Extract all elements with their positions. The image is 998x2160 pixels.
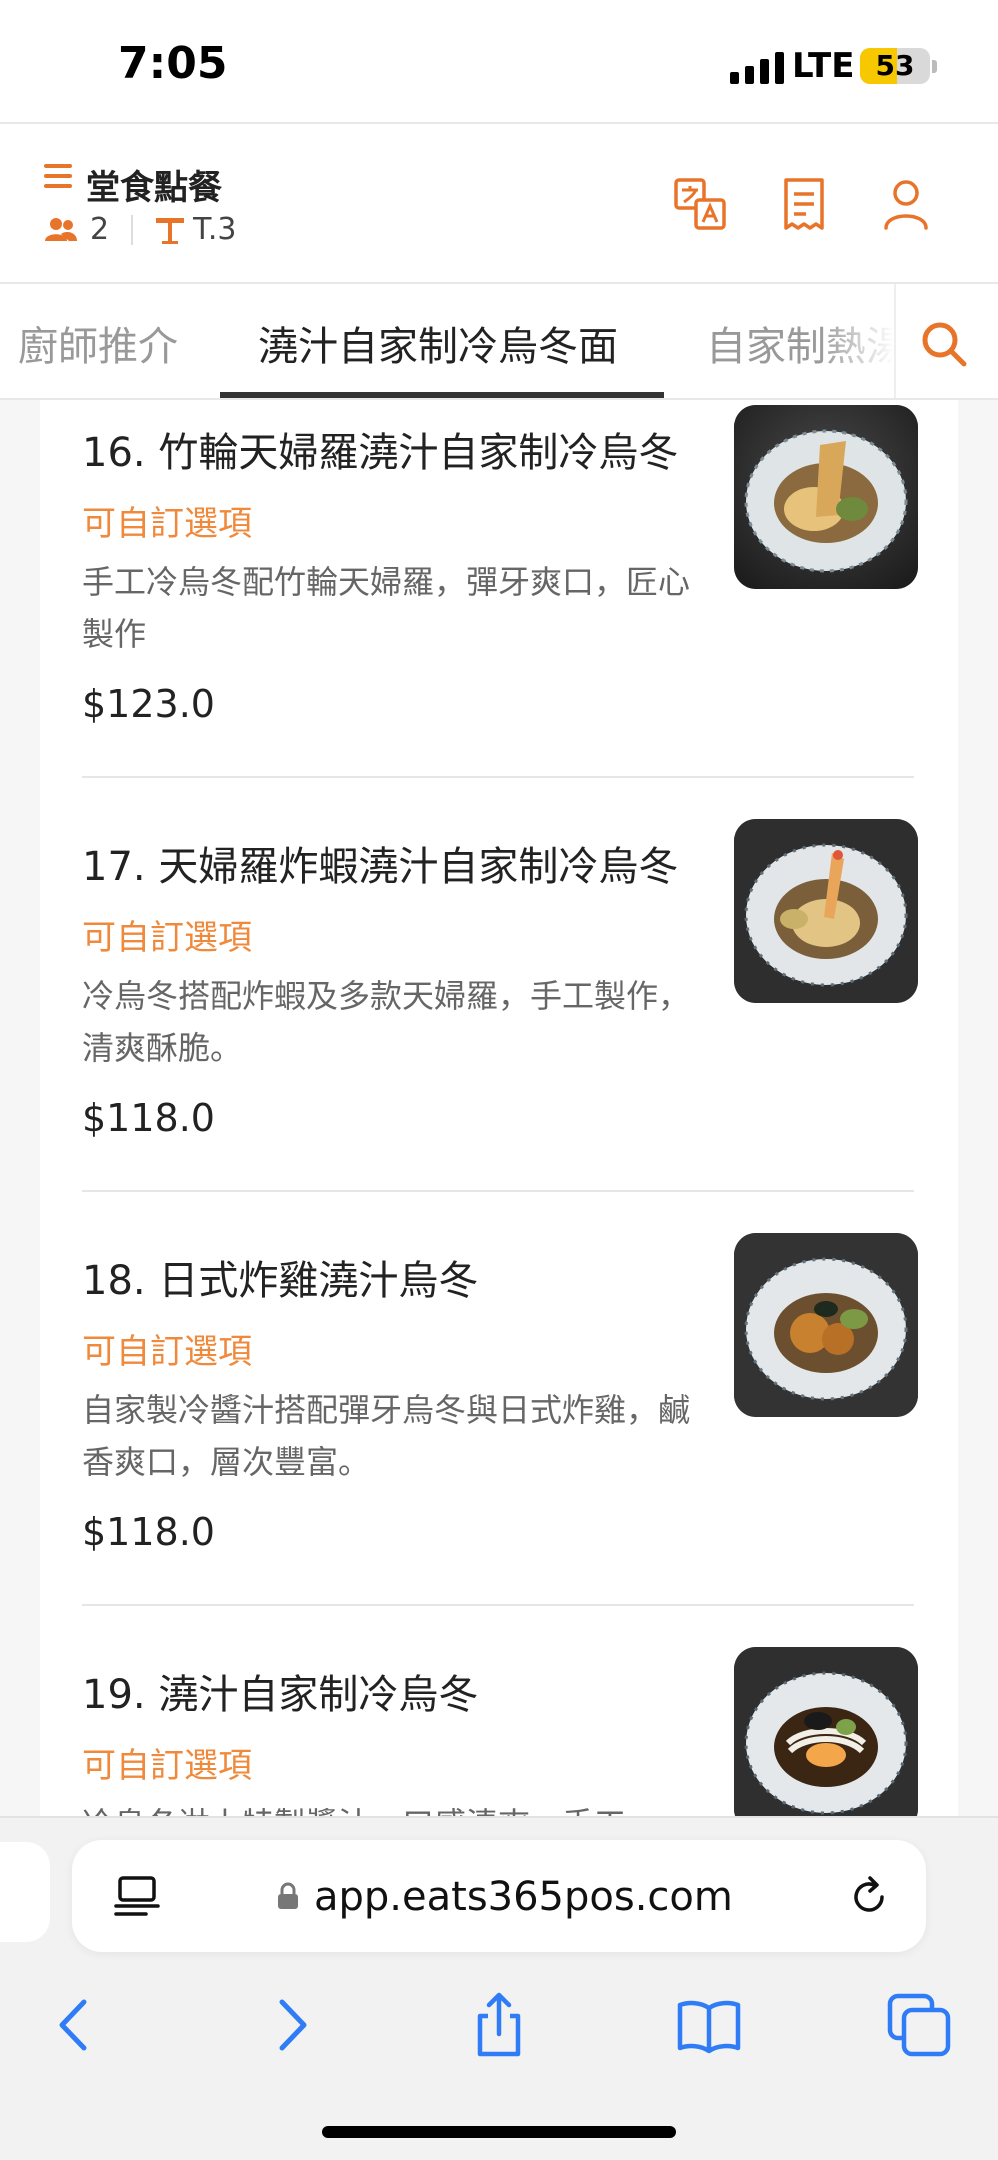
item-description: 冷烏冬淋上特製醬汁，口感清爽，手工	[82, 1798, 692, 1816]
item-divider	[82, 776, 914, 778]
item-price: $118.0	[82, 1096, 215, 1140]
forward-icon[interactable]	[256, 1990, 326, 2060]
cellular-signal-icon	[730, 50, 784, 84]
item-photo[interactable]	[734, 1647, 918, 1816]
app-header: 堂食點餐 2 T.3	[0, 122, 998, 284]
item-customizable-label: 可自訂選項	[82, 918, 252, 958]
item-photo[interactable]	[734, 405, 918, 589]
item-description: 冷烏冬搭配炸蝦及多款天婦羅，手工製作，清爽酥脆。	[82, 977, 691, 1067]
lock-icon	[278, 1882, 298, 1909]
table-icon	[156, 217, 185, 244]
item-customizable-label: 可自訂選項	[82, 1746, 252, 1786]
item-name: 17. 天婦羅炸蝦澆汁自家制冷烏冬	[82, 844, 679, 890]
item-price: $123.0	[82, 682, 215, 726]
tab-cold-udon[interactable]: 澆汁自家制冷烏冬面	[258, 314, 618, 372]
item-price: $118.0	[82, 1510, 215, 1554]
tab-chef-recommend[interactable]: 廚師推介	[18, 314, 178, 372]
order-meta: 2 T.3	[44, 212, 236, 247]
item-name: 16. 竹輪天婦羅澆汁自家制冷烏冬	[82, 430, 679, 476]
translate-icon[interactable]	[672, 176, 728, 232]
tab-fade	[820, 284, 894, 398]
item-name: 18. 日式炸雞澆汁烏冬	[82, 1258, 479, 1304]
guests-icon	[45, 217, 77, 241]
status-bar: 7:05 LTE 53	[0, 0, 998, 122]
item-customizable-label: 可自訂選項	[82, 1332, 252, 1372]
menu-content: 16. 竹輪天婦羅澆汁自家制冷烏冬 可自訂選項 手工冷烏冬配竹輪天婦羅，彈牙爽口…	[0, 400, 998, 1816]
address-bar[interactable]: app.eats365pos.com	[72, 1840, 926, 1952]
page-menu-icon[interactable]	[114, 1876, 160, 1918]
meta-divider	[131, 214, 134, 245]
bookmarks-icon[interactable]	[674, 1990, 744, 2060]
battery-icon: 53	[860, 48, 930, 84]
tabs-icon[interactable]	[884, 1990, 954, 2060]
menu-item-list: 16. 竹輪天婦羅澆汁自家制冷烏冬 可自訂選項 手工冷烏冬配竹輪天婦羅，彈牙爽口…	[40, 400, 958, 1816]
account-icon[interactable]	[878, 176, 934, 232]
reload-icon[interactable]	[846, 1874, 892, 1920]
item-description: 手工冷烏冬配竹輪天婦羅，彈牙爽口，匠心製作	[82, 563, 691, 653]
battery-level: 53	[875, 49, 915, 82]
search-icon	[922, 322, 967, 367]
item-description: 自家製冷醬汁搭配彈牙烏冬與日式炸雞，鹹香爽口，層次豐富。	[82, 1391, 691, 1481]
item-divider	[82, 1190, 914, 1192]
menu-icon[interactable]	[44, 164, 72, 188]
table-number: T.3	[193, 212, 237, 247]
item-customizable-label: 可自訂選項	[82, 504, 252, 544]
home-indicator	[322, 2126, 676, 2138]
browser-toolbar: app.eats365pos.com	[0, 1816, 998, 2160]
item-divider	[82, 1604, 914, 1606]
url-text: app.eats365pos.com	[314, 1874, 733, 1920]
receipt-icon[interactable]	[776, 176, 832, 232]
item-photo[interactable]	[734, 819, 918, 1003]
item-name: 19. 澆汁自家制冷烏冬	[82, 1672, 479, 1718]
back-icon[interactable]	[40, 1990, 110, 2060]
category-tabs: 廚師推介 澆汁自家制冷烏冬面 自家制熱湯	[0, 284, 998, 400]
page-title: 堂食點餐	[86, 168, 222, 208]
guest-count: 2	[90, 212, 110, 247]
search-button[interactable]	[894, 284, 998, 398]
share-icon[interactable]	[464, 1990, 534, 2060]
status-time: 7:05	[118, 38, 228, 89]
previous-tab-preview[interactable]	[0, 1842, 50, 1942]
network-type: LTE	[792, 46, 855, 86]
battery-nub	[932, 60, 937, 73]
active-tab-indicator	[220, 392, 664, 398]
item-photo[interactable]	[734, 1233, 918, 1417]
